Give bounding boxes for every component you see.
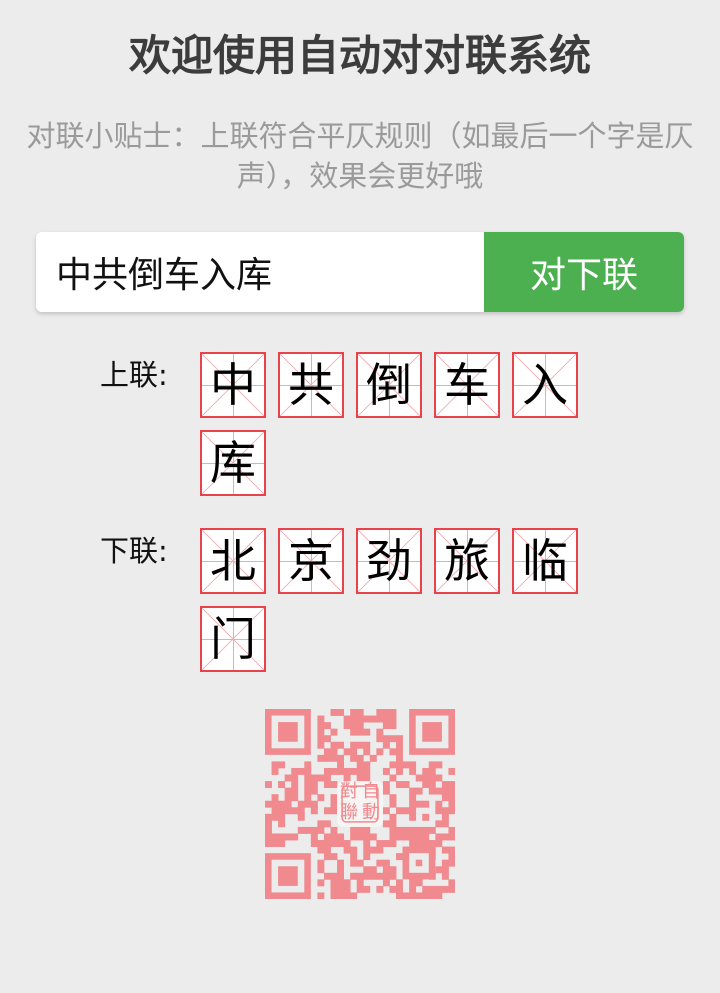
qr-seal-char: 動: [362, 802, 380, 823]
upper-char-cell: 中: [200, 352, 266, 418]
lower-char-cell: 京: [278, 528, 344, 594]
lower-char-cell: 临: [512, 528, 578, 594]
lower-char-cell: 北: [200, 528, 266, 594]
couplet-form: 对下联: [36, 232, 684, 312]
lower-char-cell: 门: [200, 606, 266, 672]
lower-char-cell: 旅: [434, 528, 500, 594]
qr-code: 自動對聯: [265, 709, 456, 900]
qr-seal-char: 聯: [340, 802, 358, 823]
lower-char-cell: 劲: [356, 528, 422, 594]
qr-code-graphic: 自動對聯: [265, 709, 456, 900]
upper-char-cell: 倒: [356, 352, 422, 418]
couplet-tip: 对联小贴士：上联符合平仄规则（如最后一个字是仄声），效果会更好哦: [26, 119, 694, 193]
upper-char-cell: 库: [200, 430, 266, 496]
generate-lower-button[interactable]: 对下联: [484, 232, 684, 312]
qr-seal-char: 對: [340, 781, 358, 802]
page-title: 欢迎使用自动对对联系统: [128, 31, 591, 80]
upper-couplet-label: 上联:: [100, 358, 168, 392]
qr-seal-char: 自: [362, 781, 380, 802]
upper-couplet-input[interactable]: [36, 232, 484, 312]
upper-char-cell: 入: [512, 352, 578, 418]
upper-char-cell: 共: [278, 352, 344, 418]
upper-char-cell: 车: [434, 352, 500, 418]
lower-couplet-label: 下联:: [100, 534, 168, 568]
